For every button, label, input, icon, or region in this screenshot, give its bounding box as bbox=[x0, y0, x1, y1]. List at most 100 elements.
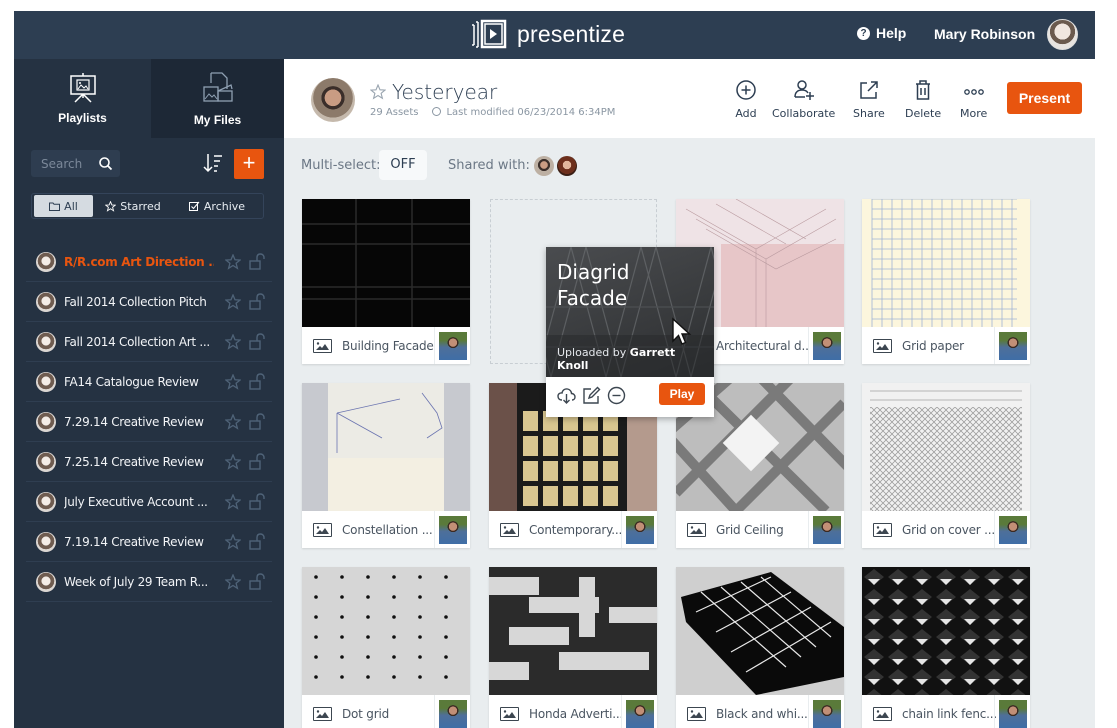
sidebar: Playlists My Files Search + All Starred … bbox=[14, 59, 284, 728]
unlock-icon[interactable] bbox=[249, 573, 265, 590]
image-icon bbox=[687, 522, 706, 537]
add-button[interactable]: Add bbox=[735, 79, 757, 120]
star-icon[interactable] bbox=[225, 574, 241, 590]
playlist-item-label: Fall 2014 Collection Pitch bbox=[64, 294, 207, 309]
playlist-item[interactable]: 7.19.14 Creative Review bbox=[26, 522, 272, 562]
folder-icon bbox=[49, 202, 61, 211]
uploader-avatar bbox=[994, 327, 1030, 364]
uploader-avatar bbox=[808, 327, 844, 364]
sort-icon[interactable] bbox=[203, 152, 223, 174]
star-icon[interactable] bbox=[225, 414, 241, 430]
filter-starred[interactable]: Starred bbox=[93, 195, 173, 217]
asset-card[interactable]: Black and whi... bbox=[676, 567, 844, 728]
collaborate-button[interactable]: Collaborate bbox=[772, 79, 835, 120]
star-icon[interactable] bbox=[225, 294, 241, 310]
add-playlist-button[interactable]: + bbox=[234, 149, 264, 179]
asset-name: chain link fenc... bbox=[902, 706, 996, 721]
add-label: Add bbox=[735, 107, 757, 120]
star-icon[interactable] bbox=[370, 84, 386, 100]
search-input[interactable] bbox=[31, 150, 96, 177]
playlist-item[interactable]: R/R.com Art Direction ... bbox=[26, 242, 272, 282]
owner-avatar bbox=[36, 331, 56, 352]
playlist-item[interactable]: July Executive Account ... bbox=[26, 482, 272, 522]
remove-icon[interactable] bbox=[607, 386, 626, 405]
playlist-title: Yesteryear bbox=[392, 80, 498, 104]
shared-with-label: Shared with: bbox=[448, 158, 530, 173]
unlock-icon[interactable] bbox=[249, 533, 265, 550]
unlock-icon[interactable] bbox=[249, 293, 265, 310]
playlist-item[interactable]: FA14 Catalogue Review bbox=[26, 362, 272, 402]
filter-archive-label: Archive bbox=[203, 199, 246, 213]
app-logo[interactable]: presentize bbox=[471, 19, 625, 49]
shared-avatar[interactable] bbox=[534, 156, 554, 176]
unlock-icon[interactable] bbox=[249, 333, 265, 350]
star-icon[interactable] bbox=[225, 254, 241, 270]
sub-toolbar: Multi-select: OFF Shared with: bbox=[284, 138, 1095, 192]
search-icon[interactable] bbox=[98, 156, 113, 171]
asset-preview-popup[interactable]: Diagrid Facade Uploaded by Garrett Knoll… bbox=[546, 247, 714, 417]
unlock-icon[interactable] bbox=[249, 373, 265, 390]
play-button[interactable]: Play bbox=[659, 383, 705, 405]
uploader-avatar bbox=[808, 695, 844, 728]
search-box bbox=[31, 150, 120, 177]
clock-icon bbox=[432, 107, 442, 116]
asset-card[interactable]: Constellation ... bbox=[302, 383, 470, 548]
owner-avatar bbox=[36, 531, 56, 552]
star-icon[interactable] bbox=[225, 334, 241, 350]
asset-card[interactable]: Grid on cover ... bbox=[862, 383, 1030, 548]
filter-archive[interactable]: Archive bbox=[173, 195, 261, 217]
playlist-item[interactable]: 7.25.14 Creative Review bbox=[26, 442, 272, 482]
playlist-item-label: FA14 Catalogue Review bbox=[64, 374, 199, 389]
playlist-item[interactable]: 7.29.14 Creative Review bbox=[26, 402, 272, 442]
unlock-icon[interactable] bbox=[249, 493, 265, 510]
playlist-item[interactable]: Week of July 29 Team R... bbox=[26, 562, 272, 602]
unlock-icon[interactable] bbox=[249, 253, 265, 270]
download-cloud-icon[interactable] bbox=[557, 386, 576, 405]
top-bar: presentize ? Help Mary Robinson bbox=[14, 11, 1095, 59]
collaborate-label: Collaborate bbox=[772, 107, 836, 120]
app-window: presentize ? Help Mary Robinson Playlist… bbox=[14, 11, 1095, 728]
asset-name: Building Facade bbox=[342, 338, 434, 353]
playlist-item[interactable]: Fall 2014 Collection Pitch bbox=[26, 282, 272, 322]
unlock-icon[interactable] bbox=[249, 453, 265, 470]
star-icon[interactable] bbox=[225, 374, 241, 390]
asset-thumbnail bbox=[862, 567, 1030, 695]
asset-card[interactable]: chain link fenc... bbox=[862, 567, 1030, 728]
shared-avatar[interactable] bbox=[557, 156, 577, 176]
tab-my-files[interactable]: My Files bbox=[151, 59, 284, 138]
trash-icon bbox=[916, 80, 931, 100]
asset-card[interactable]: Grid paper bbox=[862, 199, 1030, 364]
playlist-item[interactable]: Fall 2014 Collection Art ... bbox=[26, 322, 272, 362]
more-button[interactable]: More bbox=[960, 79, 987, 120]
checkbox-icon bbox=[188, 201, 200, 211]
share-external-icon bbox=[860, 81, 878, 99]
asset-thumbnail bbox=[302, 383, 470, 511]
playlist-item-label: R/R.com Art Direction ... bbox=[64, 254, 214, 269]
delete-button[interactable]: Delete bbox=[905, 79, 941, 120]
present-button[interactable]: Present bbox=[1007, 82, 1082, 114]
filter-all[interactable]: All bbox=[34, 195, 93, 217]
tab-playlists[interactable]: Playlists bbox=[14, 59, 151, 138]
star-icon bbox=[105, 200, 117, 212]
asset-name: Contemporary... bbox=[529, 522, 623, 537]
image-icon bbox=[500, 522, 519, 537]
share-button[interactable]: Share bbox=[853, 79, 885, 120]
user-name[interactable]: Mary Robinson bbox=[934, 26, 1035, 42]
asset-name: Honda Adverti... bbox=[529, 706, 623, 721]
add-circle-icon bbox=[736, 80, 756, 100]
unlock-icon[interactable] bbox=[249, 413, 265, 430]
delete-label: Delete bbox=[905, 107, 942, 120]
multiselect-toggle[interactable]: OFF bbox=[379, 150, 427, 180]
mouse-cursor-icon bbox=[672, 317, 692, 345]
asset-card[interactable]: Dot grid bbox=[302, 567, 470, 728]
edit-icon[interactable] bbox=[582, 386, 601, 405]
owner-avatar bbox=[36, 491, 56, 512]
help-link[interactable]: ? Help bbox=[857, 25, 906, 41]
asset-card[interactable]: Building Facade bbox=[302, 199, 470, 364]
star-icon[interactable] bbox=[225, 534, 241, 550]
asset-card[interactable]: Honda Adverti... bbox=[489, 567, 657, 728]
star-icon[interactable] bbox=[225, 454, 241, 470]
image-icon bbox=[873, 522, 892, 537]
star-icon[interactable] bbox=[225, 494, 241, 510]
user-avatar[interactable] bbox=[1047, 19, 1078, 50]
